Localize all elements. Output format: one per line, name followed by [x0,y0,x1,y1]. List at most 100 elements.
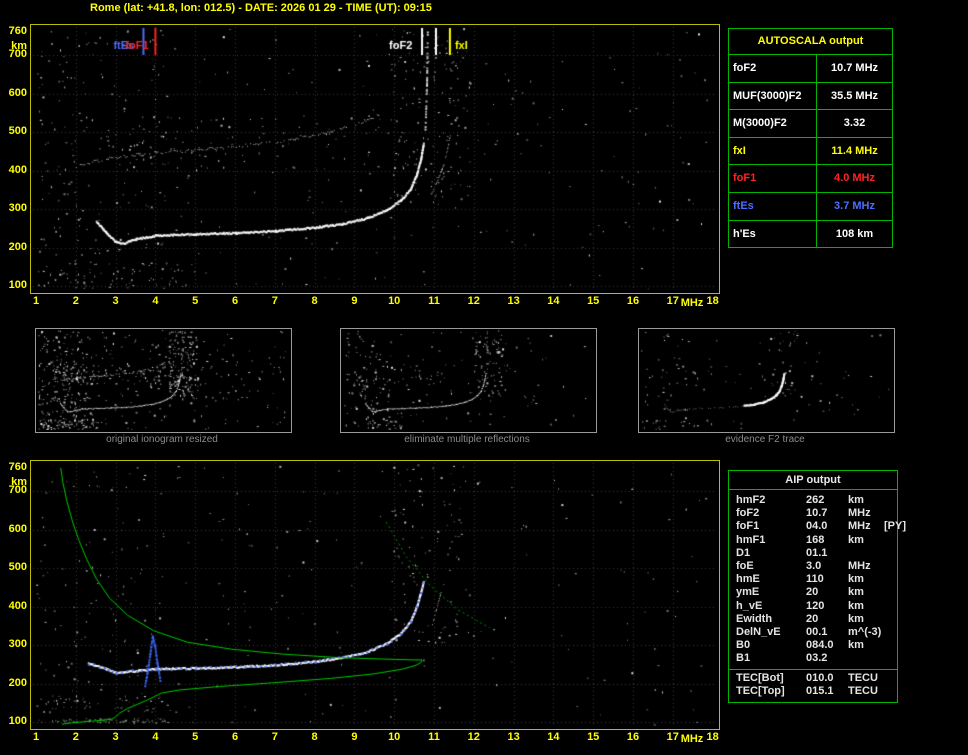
aip-extra [884,494,897,507]
parameter-value: 3.7 MHz [834,199,875,212]
aip-tec-rows: TEC[Bot] 010.0 TECU TEC[Top] 015.1 TECU [729,672,897,698]
aip-label: B0 [736,639,751,652]
x-tick-13: 13 [507,731,520,743]
aip-value: 262 [806,494,825,506]
aip-extra [884,586,897,599]
aip-label: foF2 [736,507,760,520]
autoscala-output-table: AUTOSCALA output foF2 10.7 MHz MUF(3000)F2… [728,28,893,249]
aip-row-yme: ymE 20 km [729,586,897,599]
x-tick-12: 12 [467,731,480,743]
x-tick-4: 4 [152,731,159,743]
x-tick-2: 2 [72,731,79,743]
parameter-value: 11.4 MHz [831,144,878,157]
aip-value: 010.0 [806,671,834,684]
x-tick-10: 10 [388,295,401,307]
aip-extra [884,560,897,573]
x-tick-5: 5 [192,295,199,307]
aip-value: 120 [806,599,825,612]
aip-value: 168 [806,533,825,546]
autoscala-row-muf3000f2: MUF(3000)F2 35.5 MHz [729,82,892,111]
aip-value: 015.1 [806,684,834,697]
aip-extra [884,573,897,586]
aip-label: foF1 [736,520,760,533]
aip-value: 084.0 [806,639,834,652]
aip-unit: km [848,599,864,612]
autoscala-row-hes: h'Es 108 km [729,220,892,248]
thumbnail-f2-trace [638,328,895,433]
aip-table-title: AIP output [729,471,897,490]
aip-unit: km [848,494,864,506]
aip-unit: km [848,586,864,599]
thumbnail-caption-original: original ionogram resized [106,434,218,445]
aip-value: 03.2 [806,652,828,665]
thumbnail-caption-f2: evidence F2 trace [725,434,805,445]
x-tick-6: 6 [231,295,239,307]
x-tick-1: 1 [32,295,40,307]
y-tick-300: 300 [8,202,27,215]
x-tick-1: 1 [32,731,40,743]
y-tick-300: 300 [8,638,27,651]
x-tick-12: 12 [467,295,480,307]
aip-unit: MHz [848,507,871,520]
x-tick-7: 7 [271,295,278,307]
autoscala-app-window: Rome (lat: +41.8, lon: 012.5) - DATE: 20… [0,0,968,755]
x-tick-9: 9 [351,731,358,743]
x-tick-10: 10 [388,731,401,743]
aip-unit: km [848,573,864,586]
aip-unit: MHz [848,560,871,573]
x-tick-13: 13 [507,295,520,307]
aip-row-b1: B1 03.2 [729,652,897,665]
autoscala-row-fof1: foF1 4.0 MHz [729,165,892,193]
thumbnail-multiple-reflections [340,328,597,433]
autoscala-table-title: AUTOSCALA output [729,29,892,55]
thumbnail-original-canvas [36,329,289,430]
aip-label: ymE [736,586,760,599]
aip-extra [884,685,897,698]
autoscala-row-m3000f2: M(3000)F2 3.32 [729,110,892,138]
aip-unit [848,652,884,665]
aip-unit [848,547,884,560]
thumbnail-caption-reflections: eliminate multiple reflections [404,434,530,445]
aip-row-hmf1: hmF1 168 km [729,534,897,547]
x-tick-14: 14 [547,295,560,307]
parameter-value: 35.5 MHz [830,89,879,102]
x-tick-11: 11 [428,731,440,743]
parameter-label: fxI [729,137,817,165]
y-tick-100: 100 [8,715,27,728]
x-tick-18: 18 [706,295,719,307]
thumbnail-f2-trace-canvas [639,329,892,430]
y-axis-unit: km [11,476,27,488]
y-tick-400: 400 [8,599,27,612]
x-tick-4: 4 [152,295,159,307]
aip-unit: TECU [848,671,878,684]
y-tick-100: 100 [8,279,27,292]
restored-ionogram-canvas [31,461,717,727]
aip-extra [884,534,897,547]
aip-row-tecbot: TEC[Bot] 010.0 TECU [729,672,897,685]
thumbnail-original-ionogram [35,328,292,433]
aip-extra [884,652,897,665]
aip-label: hmE [736,573,760,586]
aip-output-table: AIP output hmF2 262 km foF2 10.7 MHz foF1 04.0 M… [728,470,906,704]
aip-table-rows: hmF2 262 km foF2 10.7 MHz foF1 04.0 MHz [PY] hmF1 1… [729,494,906,666]
autoscala-table-rows: foF2 10.7 MHz MUF(3000)F2 35.5 MHz M(3000)F2… [729,55,892,248]
aip-row-hve: h_vE 120 km [729,600,897,613]
aip-label: h_vE [736,599,763,612]
parameter-label: ftEs [729,192,817,220]
aip-row-tectop: TEC[Top] 015.1 TECU [729,685,897,698]
parameter-value: 10.7 MHz [830,62,879,74]
aip-label: Ewidth [736,612,773,625]
parameter-label: h'Es [729,220,817,248]
x-tick-15: 15 [587,731,600,743]
x-tick-15: 15 [587,295,600,307]
y-tick-500: 500 [8,125,27,138]
x-axis-unit: MHz [680,733,704,745]
y-tick-200: 200 [8,676,27,689]
aip-label: hmF2 [736,494,766,506]
aip-label: TEC[Top] [736,684,785,697]
aip-unit: km [848,533,864,546]
recorded-ionogram-plot [30,24,720,294]
aip-label: TEC[Bot] [736,671,784,684]
autoscala-row-fxi: fxI 11.4 MHz [729,137,892,166]
aip-row-ewidth: Ewidth 20 km [729,613,897,626]
